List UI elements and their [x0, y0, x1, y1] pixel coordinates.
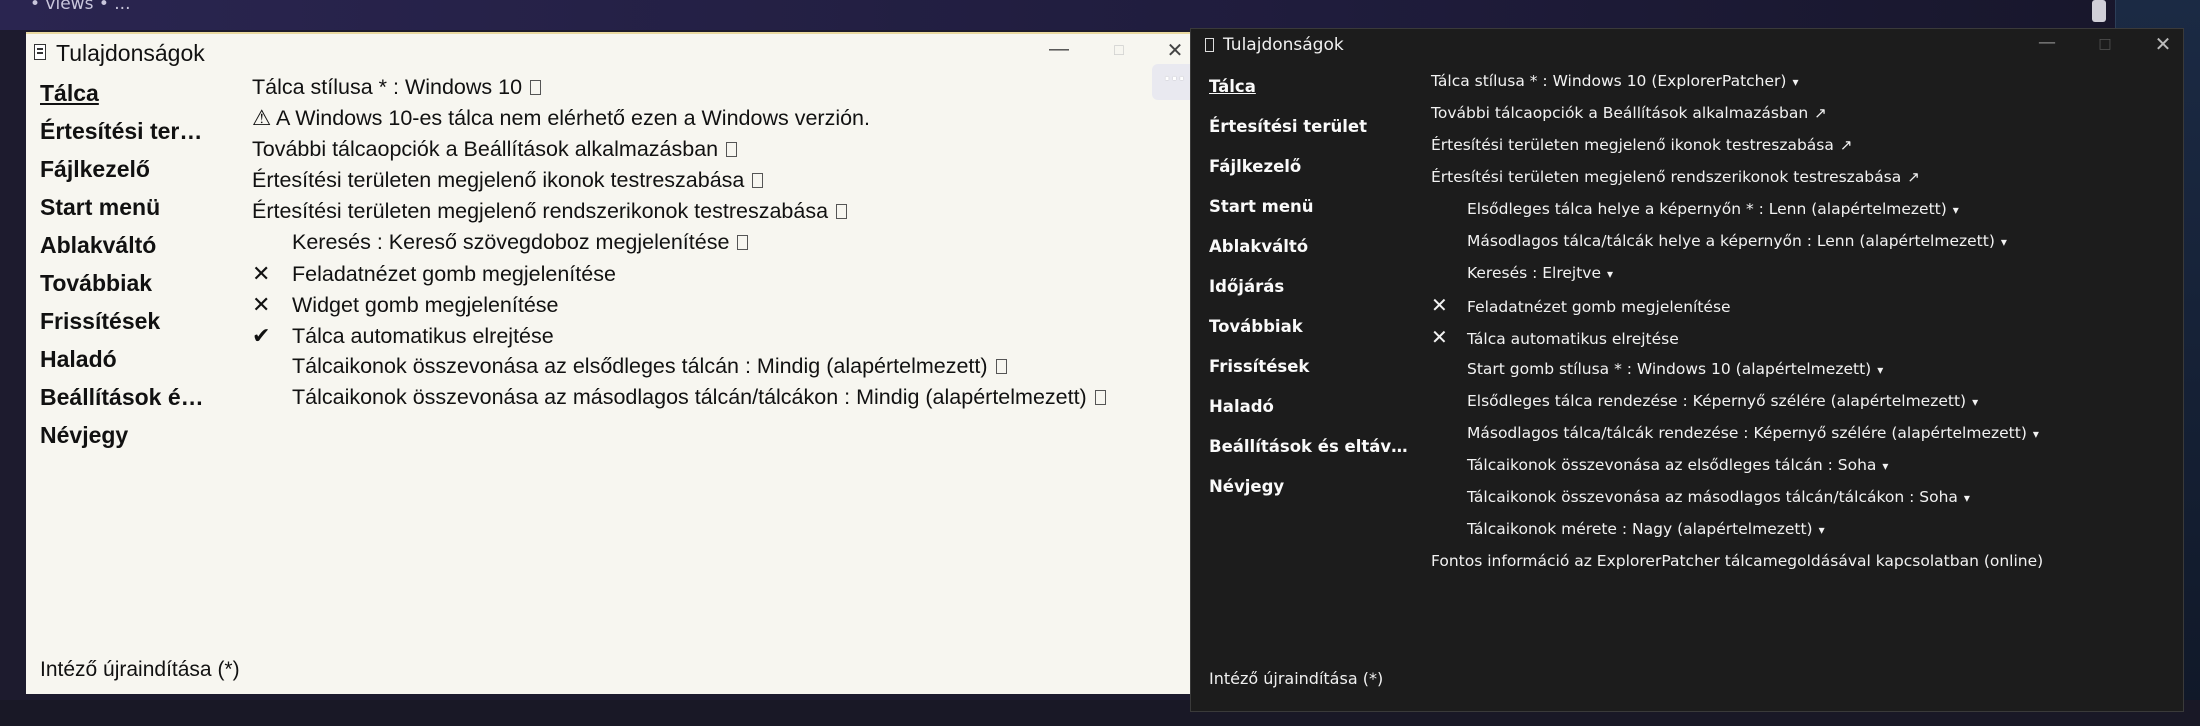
- sidebar-item-notification-area[interactable]: Értesítési terület: [1209, 107, 1409, 147]
- restart-explorer-link[interactable]: Intéző újraindítása (*): [1209, 669, 1383, 688]
- check-icon: ✔: [252, 323, 271, 348]
- sidebar-item-about[interactable]: Névjegy: [1209, 467, 1409, 507]
- sidebar-item-start-menu[interactable]: Start menü: [1209, 187, 1409, 227]
- sidebar-item-advanced[interactable]: Haladó: [1209, 387, 1409, 427]
- combine-primary-option[interactable]: Tálcaikonok összevonása az elsődleges tá…: [252, 351, 1192, 382]
- chevron-down-icon: ▾: [1952, 203, 1959, 217]
- unavailable-warning: ⚠ A Windows 10-es tálca nem elérhető eze…: [252, 106, 870, 130]
- title-bar[interactable]: Tulajdonságok — □ ✕: [26, 34, 1192, 74]
- classic-properties-window: Tulajdonságok — □ ✕ ··· Tálca Értesítési…: [26, 32, 1198, 694]
- window-title: Tulajdonságok: [1223, 35, 1344, 55]
- sidebar: Tálca Értesítési terület Fájlkezelő Star…: [1209, 67, 1409, 507]
- sidebar-item-window-switcher[interactable]: Ablakváltó: [40, 226, 240, 264]
- link-box-icon: [726, 142, 738, 157]
- primary-taskbar-alignment-dropdown[interactable]: Elsődleges tálca rendezése : Képernyő sz…: [1431, 385, 2171, 417]
- start-button-style-dropdown[interactable]: Start gomb stílusa * : Windows 10 (alapé…: [1431, 353, 2171, 385]
- secondary-taskbar-position-dropdown[interactable]: Másodlagos tálca/tálcák helye a képernyő…: [1431, 225, 2171, 257]
- sidebar-item-updates[interactable]: Frissítések: [1209, 347, 1409, 387]
- maximize-button[interactable]: □: [1104, 42, 1134, 60]
- cross-icon: ✕: [252, 292, 271, 317]
- link-box-icon: [836, 204, 848, 219]
- sidebar-item-other[interactable]: Továbbiak: [40, 264, 240, 302]
- chevron-down-icon: ▾: [1877, 363, 1884, 377]
- minimize-button[interactable]: —: [1044, 38, 1074, 61]
- sidebar-item-notification-area[interactable]: Értesítési ter…: [40, 112, 240, 150]
- link-box-icon: [530, 80, 542, 95]
- notification-icons-link[interactable]: Értesítési területen megjelenő ikonok te…: [252, 165, 1192, 196]
- link-box-icon: [995, 359, 1007, 374]
- cross-icon: ✕: [1431, 325, 1448, 349]
- external-link-icon: ↗: [1839, 136, 1853, 154]
- auto-hide-toggle[interactable]: ✕ Tálca automatikus elrejtése: [1431, 321, 2171, 353]
- sidebar-item-about[interactable]: Névjegy: [40, 416, 240, 454]
- system-icons-link[interactable]: Értesítési területen megjelenő rendszeri…: [1431, 161, 2171, 193]
- important-info-link[interactable]: Fontos információ az ExplorerPatcher tál…: [1431, 545, 2171, 577]
- sidebar-item-taskbar[interactable]: Tálca: [40, 74, 240, 112]
- chevron-down-icon: ▾: [1963, 491, 1970, 505]
- sidebar-item-taskbar[interactable]: Tálca: [1209, 67, 1409, 107]
- chevron-down-icon: ▾: [1607, 267, 1614, 281]
- background-window-text: • views • ...: [30, 0, 131, 14]
- primary-taskbar-position-dropdown[interactable]: Elsődleges tálca helye a képernyőn * : L…: [1431, 193, 2171, 225]
- settings-list: Tálca stílusa * : Windows 10 (ExplorerPa…: [1431, 65, 2171, 577]
- settings-list: Tálca stílusa * : Windows 10 ⚠ A Windows…: [252, 72, 1192, 413]
- chevron-down-icon: ▾: [1972, 395, 1979, 409]
- maximize-button[interactable]: □: [2085, 36, 2125, 52]
- sidebar-item-file-explorer[interactable]: Fájlkezelő: [40, 150, 240, 188]
- sidebar-item-settings[interactable]: Beállítások é…: [40, 378, 240, 416]
- window-title: Tulajdonságok: [56, 40, 205, 66]
- modern-properties-window: Tulajdonságok — □ ✕ Tálca Értesítési ter…: [1190, 28, 2184, 712]
- task-view-toggle[interactable]: ✕ Feladatnézet gomb megjelenítése: [1431, 289, 2171, 321]
- close-button[interactable]: ✕: [1160, 38, 1190, 63]
- sidebar: Tálca Értesítési ter… Fájlkezelő Start m…: [40, 74, 240, 454]
- sidebar-item-window-switcher[interactable]: Ablakváltó: [1209, 227, 1409, 267]
- icon-size-dropdown[interactable]: Tálcaikonok mérete : Nagy (alapértelmeze…: [1431, 513, 2171, 545]
- sidebar-item-settings-uninstall[interactable]: Beállítások és eltáv…: [1209, 427, 1409, 467]
- task-view-toggle[interactable]: ✕ Feladatnézet gomb megjelenítése: [252, 258, 1192, 289]
- background-scrollbar: [2092, 0, 2106, 22]
- sidebar-item-other[interactable]: Továbbiak: [1209, 307, 1409, 347]
- widget-toggle[interactable]: ✕ Widget gomb megjelenítése: [252, 289, 1192, 320]
- app-icon: [34, 44, 46, 60]
- cross-icon: ✕: [1431, 293, 1448, 317]
- more-taskbar-options-link[interactable]: További tálcaopciók a Beállítások alkalm…: [1431, 97, 2171, 129]
- taskbar-style-option[interactable]: Tálca stílusa * : Windows 10: [252, 72, 1192, 103]
- combine-secondary-dropdown[interactable]: Tálcaikonok összevonása az másodlagos tá…: [1431, 481, 2171, 513]
- link-box-icon: [1094, 390, 1106, 405]
- sidebar-item-file-explorer[interactable]: Fájlkezelő: [1209, 147, 1409, 187]
- notification-icons-link[interactable]: Értesítési területen megjelenő ikonok te…: [1431, 129, 2171, 161]
- sidebar-item-weather[interactable]: Időjárás: [1209, 267, 1409, 307]
- chevron-down-icon: ▾: [1882, 459, 1889, 473]
- restart-explorer-link[interactable]: Intéző újraindítása (*): [40, 658, 240, 682]
- sidebar-item-updates[interactable]: Frissítések: [40, 302, 240, 340]
- secondary-taskbar-alignment-dropdown[interactable]: Másodlagos tálca/tálcák rendezése : Képe…: [1431, 417, 2171, 449]
- chevron-down-icon: ▾: [2000, 235, 2007, 249]
- chevron-down-icon: ▾: [1792, 75, 1799, 89]
- cross-icon: ✕: [252, 261, 271, 286]
- combine-primary-dropdown[interactable]: Tálcaikonok összevonása az elsődleges tá…: [1431, 449, 2171, 481]
- system-icons-link[interactable]: Értesítési területen megjelenő rendszeri…: [252, 196, 1192, 227]
- close-button[interactable]: ✕: [2143, 32, 2183, 56]
- more-taskbar-options-link[interactable]: További tálcaopciók a Beállítások alkalm…: [252, 134, 1192, 165]
- link-box-icon: [737, 235, 749, 250]
- auto-hide-toggle[interactable]: ✔ Tálca automatikus elrejtése: [252, 320, 1192, 351]
- link-box-icon: [752, 173, 764, 188]
- search-option[interactable]: Keresés : Kereső szövegdoboz megjeleníté…: [252, 227, 1192, 258]
- sidebar-item-start-menu[interactable]: Start menü: [40, 188, 240, 226]
- desktop-background: • views • ...: [0, 0, 2200, 30]
- sidebar-item-advanced[interactable]: Haladó: [40, 340, 240, 378]
- external-link-icon: ↗: [1907, 168, 1920, 186]
- app-icon: [1205, 38, 1214, 52]
- chevron-down-icon: ▾: [2032, 427, 2039, 441]
- minimize-button[interactable]: —: [2027, 32, 2067, 53]
- chevron-down-icon: ▾: [1818, 523, 1825, 537]
- search-dropdown[interactable]: Keresés : Elrejtve ▾: [1431, 257, 2171, 289]
- combine-secondary-option[interactable]: Tálcaikonok összevonása az másodlagos tá…: [252, 382, 1192, 413]
- taskbar-style-dropdown[interactable]: Tálca stílusa * : Windows 10 (ExplorerPa…: [1431, 65, 2171, 97]
- external-link-icon: ↗: [1814, 104, 1827, 122]
- title-bar[interactable]: Tulajdonságok — □ ✕: [1191, 29, 2183, 63]
